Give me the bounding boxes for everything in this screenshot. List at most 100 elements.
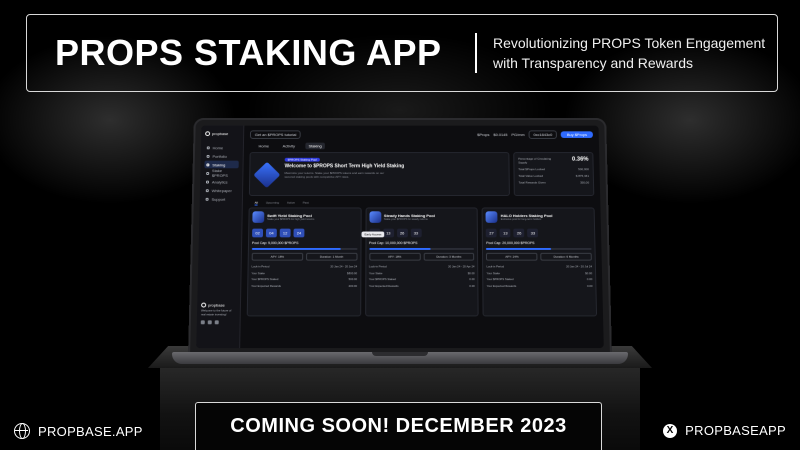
pool-detail-value: 0.00 xyxy=(586,283,593,288)
x-icon: X xyxy=(663,423,678,438)
pool-detail-key: Your Stake xyxy=(251,270,265,275)
social-handle[interactable]: X PROPBASEAPP xyxy=(663,423,786,438)
app-tabs: Home Activity Staking xyxy=(256,142,594,150)
filter-tab-upcoming[interactable]: Upcoming xyxy=(266,201,279,206)
duration-button[interactable]: Duration: 3 Months xyxy=(423,252,475,261)
header-banner: PROPS STAKING APP Revolutionizing PROPS … xyxy=(26,14,778,92)
duration-button[interactable]: Duration: 6 Months xyxy=(540,252,592,261)
instagram-icon[interactable] xyxy=(200,320,205,325)
pool-card[interactable]: HALO Holders Staking Pool Exclusive pool … xyxy=(481,207,598,317)
pool-icon xyxy=(485,211,498,223)
hero-description: Maximize your returns. Stake your $PROPS… xyxy=(284,171,385,179)
coming-soon-banner: COMING SOON! DECEMBER 2023 xyxy=(195,402,602,450)
sidebar-item-icon xyxy=(206,154,210,158)
sidebar-item-analytics[interactable]: Analytics xyxy=(204,178,238,186)
pool-icon xyxy=(369,211,381,223)
pool-detail-value: $800.00 xyxy=(347,270,358,275)
filter-tab-all[interactable]: All xyxy=(254,200,258,206)
pool-detail-value: 500.00 xyxy=(348,277,358,282)
pool-buttons: APY: 18% Duration: 1 Month xyxy=(251,252,358,261)
pool-detail-row: Your Stake $0.00 xyxy=(369,271,475,275)
stat-value: $ 875,441 xyxy=(575,173,589,178)
pool-progress-fill xyxy=(251,247,341,250)
stat-rewards: Total Rewards Given 350,00 xyxy=(519,181,590,185)
sidebar-item-icon xyxy=(205,180,210,184)
sidebar-item-whitepaper[interactable]: Whitepaper xyxy=(204,186,238,194)
staking-cube-icon xyxy=(253,161,281,189)
pool-description: Stake your $PROPS for high yield returns xyxy=(267,218,315,221)
sidebar-item-support[interactable]: Support xyxy=(204,195,239,203)
pool-detail-key: Lock-in Period xyxy=(368,264,387,269)
sidebar-item-icon xyxy=(206,163,210,166)
stat-value: 350,00 xyxy=(580,180,590,185)
filter-tab-past[interactable]: Past xyxy=(303,201,309,206)
pool-detail-row: Your Expected Rewards 200.00 xyxy=(251,284,357,288)
linkedin-icon[interactable] xyxy=(207,320,212,325)
pool-card[interactable]: Swift Yield Staking Pool Stake your $PROP… xyxy=(246,207,362,317)
stat-label: Total Rewards Given xyxy=(518,180,546,185)
pool-detail-value: 0.00 xyxy=(469,277,475,282)
sidebar-footer-tagline: Welcome to the future of real estate inv… xyxy=(200,308,232,316)
pool-header: Steady Hands Staking Pool Stake your $PRO… xyxy=(369,211,474,223)
pool-detail-row: Your Stake $0.00 xyxy=(486,271,592,275)
banner-subtitle-line1: Revolutionizing PROPS Token Engagement xyxy=(493,35,766,51)
banner-divider xyxy=(475,33,477,73)
apy-button[interactable]: APY: 24% xyxy=(486,252,538,261)
pool-description: Stake your $PROPS for steady returns xyxy=(383,218,428,221)
pool-heading: Steady Hands Staking Pool Stake your $PRO… xyxy=(384,213,435,221)
tab-activity[interactable]: Activity xyxy=(280,143,298,150)
sidebar-item-icon xyxy=(205,188,209,192)
wallet-address[interactable]: 0xc1843c0 xyxy=(528,129,558,139)
sidebar-footer: propbase Welcome to the future of real e… xyxy=(200,302,236,325)
hero-info: $PROPS Staking Pool Welcome to $PROPS Sh… xyxy=(248,152,510,196)
pool-detail-key: Lock-in Period xyxy=(486,264,505,269)
sidebar-item-portfolio[interactable]: Portfolio xyxy=(205,152,239,160)
sidebar-item-label: Support xyxy=(211,196,226,202)
pool-detail-key: Your $PROPS Staked xyxy=(368,277,396,282)
app-logo-text: propbase xyxy=(211,131,229,137)
pool-cap: Pool Cap: 20,000,000 $PROPS xyxy=(486,241,535,246)
pool-detail-row: Lock-in Period 20 Jan 24 - 20 Jul 24 xyxy=(486,264,592,268)
pool-detail-value: 200.00 xyxy=(348,283,358,288)
handle-text: PROPBASEAPP xyxy=(685,423,786,438)
tab-staking[interactable]: Staking xyxy=(305,142,325,150)
tutorial-button[interactable]: Get an $PROPS tutorial xyxy=(249,129,302,139)
twitter-icon[interactable] xyxy=(214,320,219,325)
sidebar-item-icon xyxy=(205,197,209,201)
laptop-screen: propbase Home Portfolio Staking Stake $PROP… xyxy=(188,118,612,357)
apy-button[interactable]: APY: 18% xyxy=(251,252,304,261)
sidebar-footer-title: propbase xyxy=(208,302,225,308)
countdown-digit: 27 xyxy=(486,228,497,238)
token-chip: $Props xyxy=(477,131,490,137)
tab-home[interactable]: Home xyxy=(256,143,272,150)
stat-label: Percentage of Circulating Supply xyxy=(518,156,552,165)
sidebar-item-home[interactable]: Home xyxy=(205,144,239,152)
buy-props-button[interactable]: Buy $Props xyxy=(560,130,593,138)
sidebar-footer-brand: propbase xyxy=(201,302,236,308)
website-link[interactable]: PROPBASE.APP xyxy=(14,423,143,439)
apy-button[interactable]: APY: 18% xyxy=(369,252,421,261)
duration-button[interactable]: Duration: 1 Month xyxy=(305,252,358,261)
price-chip: $0.0145 xyxy=(493,131,508,137)
app-logo: propbase xyxy=(205,131,239,137)
countdown-digit: 13 xyxy=(382,228,394,238)
pool-icon xyxy=(252,211,265,223)
banner-subtitle-line2: with Transparency and Rewards xyxy=(493,55,693,71)
laptop-notch xyxy=(372,352,428,356)
gas-chip: PG/mm xyxy=(511,131,525,137)
sidebar-item-label: Whitepaper xyxy=(211,187,232,193)
pool-countdown: 02 04 12 24 xyxy=(252,228,357,238)
sidebar-item-label: Analytics xyxy=(211,179,228,184)
countdown-digit: 02 xyxy=(252,228,264,238)
pool-description: Exclusive pool for long-term holders xyxy=(500,218,542,221)
banner-subtitle: Revolutionizing PROPS Token Engagement w… xyxy=(493,33,765,73)
logo-icon xyxy=(201,302,207,308)
sidebar-item-stake-props[interactable]: Stake $PROPS xyxy=(204,168,238,178)
countdown-digit: 13 xyxy=(499,228,511,238)
filter-tab-active[interactable]: Active xyxy=(287,201,295,206)
sidebar-item-staking[interactable]: Staking xyxy=(204,160,239,169)
pool-card[interactable]: Steady Hands Staking Pool Stake your $PRO… xyxy=(364,207,479,317)
countdown-digit: 33 xyxy=(410,228,422,238)
social-links xyxy=(200,320,236,325)
pool-detail-key: Your $PROPS Staked xyxy=(486,277,514,282)
